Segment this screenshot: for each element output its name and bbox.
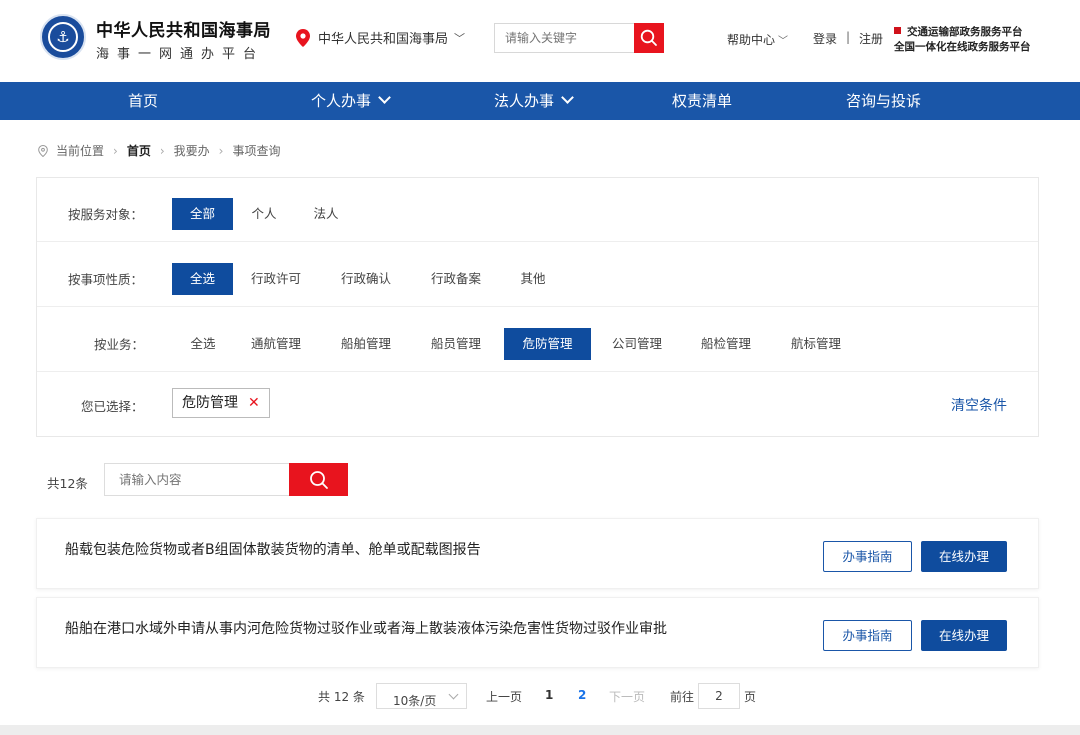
result-title[interactable]: 船舶在港口水域外申请从事内河危险货物过驳作业或者海上散装液体污染危害性货物过驳作… xyxy=(65,618,667,638)
search-icon xyxy=(640,29,657,46)
filter-row-selected: 您已选择： 危防管理 ✕ 清空条件 xyxy=(37,373,1038,437)
location-pin-icon xyxy=(296,28,310,47)
breadcrumb: 当前位置 › 首页 › 我要办 › 事项查询 xyxy=(38,142,281,159)
selected-filter-chip: 危防管理 ✕ xyxy=(172,388,270,418)
filter-option-navigation-mark[interactable]: 航标管理 xyxy=(786,328,846,360)
breadcrumb-prefix: 当前位置 xyxy=(56,144,105,158)
msa-logo[interactable]: ⚓ xyxy=(40,14,86,60)
filter-option-all[interactable]: 全部 xyxy=(172,198,233,230)
site-header: ⚓ 中华人民共和国海事局 海事一网通办平台 中华人民共和国海事局 ﹀ 帮助中心﹀… xyxy=(0,0,1080,82)
result-title[interactable]: 船载包装危险货物或者B组固体散装货物的清单、舱单或配载图报告 xyxy=(65,539,481,559)
site-subtitle: 海事一网通办平台 xyxy=(96,47,265,62)
filter-option-other[interactable]: 其他 xyxy=(515,263,551,295)
filter-row-nature: 按事项性质： 全选 行政许可 行政确认 行政备案 其他 xyxy=(37,243,1038,307)
main-nav: 首页 个人办事 法人办事 权责清单 咨询与投诉 xyxy=(0,82,1080,120)
result-search-input[interactable] xyxy=(104,463,289,496)
page-number-1[interactable]: 1 xyxy=(545,688,553,702)
filter-option-company[interactable]: 公司管理 xyxy=(607,328,667,360)
filter-option-hazard-prevention[interactable]: 危防管理 xyxy=(504,328,591,360)
filter-row-business: 按业务： 全选 通航管理 船舶管理 船员管理 危防管理 公司管理 船检管理 航标… xyxy=(37,308,1038,372)
nav-label: 首页 xyxy=(128,92,159,110)
apply-online-button[interactable]: 在线办理 xyxy=(921,541,1007,572)
help-center-label: 帮助中心 xyxy=(727,33,776,47)
page-size-select[interactable]: 10条/页 xyxy=(376,683,467,709)
filter-row-service-target: 按服务对象： 全部 个人 法人 xyxy=(37,178,1038,242)
footer-strip xyxy=(0,725,1080,735)
nav-label: 法人办事 xyxy=(494,92,555,110)
gov-platform-links[interactable]: 交通运输部政务服务平台 全国一体化在线政务服务平台 xyxy=(894,25,1031,55)
location-selector[interactable]: 中华人民共和国海事局 ﹀ xyxy=(296,28,465,47)
close-icon[interactable]: ✕ xyxy=(248,395,260,411)
result-card: 船载包装危险货物或者B组固体散装货物的清单、舱单或配载图报告 办事指南 在线办理 xyxy=(36,518,1039,589)
guide-button[interactable]: 办事指南 xyxy=(823,620,912,651)
filter-option-ship[interactable]: 船舶管理 xyxy=(336,328,396,360)
pagination: 共 12 条 10条/页 上一页 1 2 下一页 前往 2 页 xyxy=(0,683,1080,709)
filter-option-filing[interactable]: 行政备案 xyxy=(426,263,486,295)
filter-option-crew[interactable]: 船员管理 xyxy=(426,328,486,360)
platform-line-1: 交通运输部政务服务平台 xyxy=(907,26,1023,38)
page-number-2-current[interactable]: 2 xyxy=(578,688,586,702)
filter-option-license[interactable]: 行政许可 xyxy=(246,263,306,295)
header-search-button[interactable] xyxy=(634,23,664,53)
breadcrumb-home[interactable]: 首页 xyxy=(127,142,151,159)
result-card: 船舶在港口水域外申请从事内河危险货物过驳作业或者海上散装液体污染危害性货物过驳作… xyxy=(36,597,1039,668)
filter-option-select-all[interactable]: 全选 xyxy=(172,263,233,295)
goto-suffix: 页 xyxy=(744,690,757,704)
chevron-down-icon: ﹀ xyxy=(778,36,789,47)
filter-label: 按业务： xyxy=(94,337,145,352)
nav-item-responsibility-list[interactable]: 权责清单 xyxy=(672,82,732,120)
help-center-dropdown[interactable]: 帮助中心 ﹀ xyxy=(727,31,788,48)
red-square-icon xyxy=(894,27,901,34)
clear-filters-link[interactable]: 清空条件 xyxy=(951,395,1007,415)
location-pin-icon xyxy=(38,144,48,157)
result-search-button[interactable] xyxy=(289,463,348,496)
page-size-value: 10条/页 xyxy=(393,694,437,708)
chevron-down-icon: ﹀ xyxy=(454,31,466,45)
nav-item-home[interactable]: 首页 xyxy=(128,82,158,120)
result-count: 共12条 xyxy=(47,476,88,491)
filter-option-ship-inspection[interactable]: 船检管理 xyxy=(696,328,756,360)
prev-page-button[interactable]: 上一页 xyxy=(486,688,522,705)
nav-item-personal[interactable]: 个人办事 xyxy=(311,82,391,120)
nav-item-consult-complaint[interactable]: 咨询与投诉 xyxy=(846,82,921,120)
nav-item-legal-entity[interactable]: 法人办事 xyxy=(494,82,574,120)
goto-label: 前往 xyxy=(670,690,695,704)
filter-option-personal[interactable]: 个人 xyxy=(242,198,286,230)
next-page-button[interactable]: 下一页 xyxy=(609,688,645,705)
platform-line-2: 全国一体化在线政务服务平台 xyxy=(894,41,1031,53)
chevron-right-icon: › xyxy=(218,143,224,158)
pagination-total: 共 12 条 xyxy=(318,690,365,704)
chip-label: 危防管理 xyxy=(182,395,238,411)
nav-label: 咨询与投诉 xyxy=(846,92,922,110)
search-icon xyxy=(309,470,328,489)
goto-page-input[interactable]: 2 xyxy=(698,683,740,709)
nav-label: 权责清单 xyxy=(672,92,733,110)
chevron-down-icon xyxy=(448,689,459,700)
register-link[interactable]: 注册 xyxy=(859,30,883,47)
guide-button[interactable]: 办事指南 xyxy=(823,541,912,572)
filter-label: 按事项性质： xyxy=(68,272,144,287)
chevron-down-icon xyxy=(378,91,391,104)
divider: | xyxy=(846,30,851,44)
header-search-input[interactable] xyxy=(494,23,634,53)
login-link[interactable]: 登录 xyxy=(813,30,837,47)
filter-label: 您已选择： xyxy=(81,399,144,414)
apply-online-button[interactable]: 在线办理 xyxy=(921,620,1007,651)
chevron-right-icon: › xyxy=(159,143,165,158)
anchor-icon: ⚓ xyxy=(48,22,78,52)
filter-option-legal-entity[interactable]: 法人 xyxy=(304,198,348,230)
location-label: 中华人民共和国海事局 xyxy=(318,32,449,47)
filter-label: 按服务对象： xyxy=(68,207,144,222)
chevron-down-icon xyxy=(561,91,574,104)
filter-panel: 按服务对象： 全部 个人 法人 按事项性质： 全选 行政许可 行政确认 行政备案… xyxy=(36,177,1039,437)
site-title: 中华人民共和国海事局 xyxy=(96,21,271,41)
nav-label: 个人办事 xyxy=(311,92,372,110)
filter-option-navigation[interactable]: 通航管理 xyxy=(246,328,306,360)
filter-option-select-all[interactable]: 全选 xyxy=(181,328,225,360)
filter-option-confirmation[interactable]: 行政确认 xyxy=(336,263,396,295)
breadcrumb-current: 事项查询 xyxy=(232,144,281,158)
breadcrumb-todo[interactable]: 我要办 xyxy=(174,142,210,159)
chevron-right-icon: › xyxy=(113,143,118,158)
